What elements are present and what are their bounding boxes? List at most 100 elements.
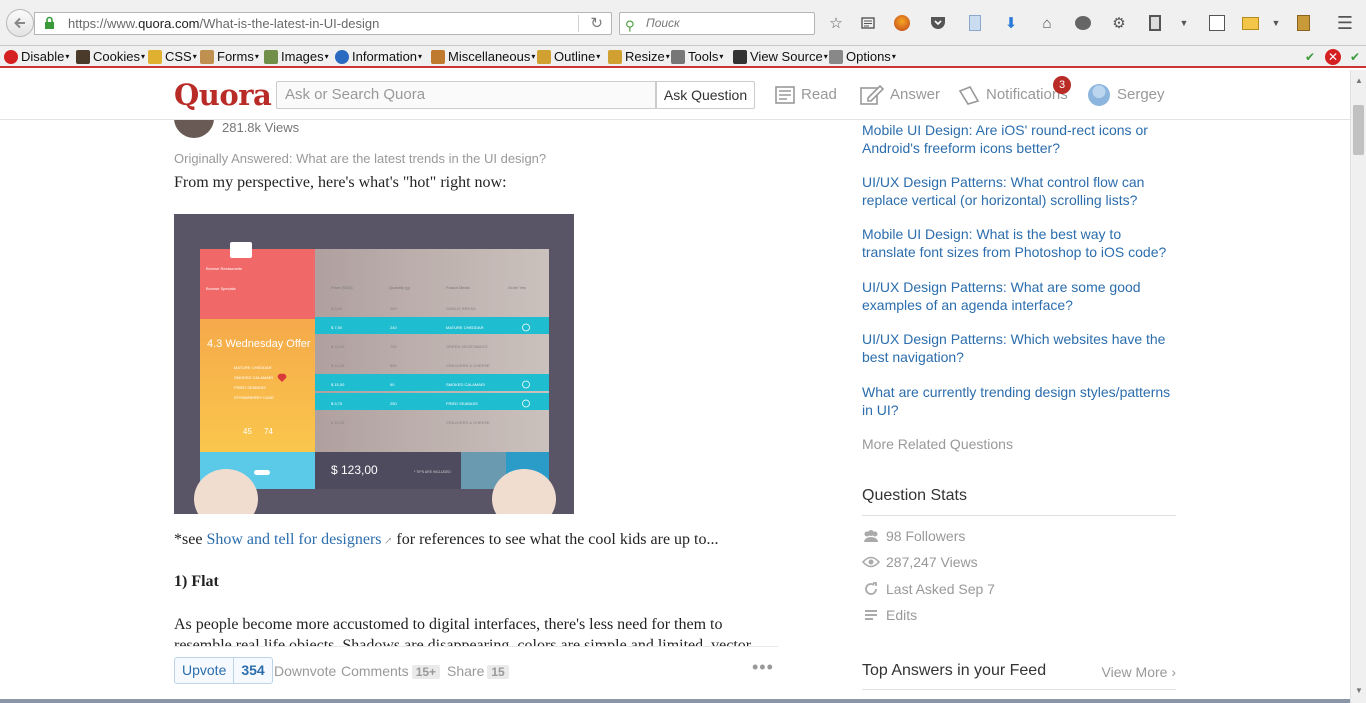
answer-hero-image[interactable]: Browse Restaurants Browse Specials 4.3 W… <box>174 214 574 514</box>
devtoolbar-view-source-menu[interactable]: View Source ▾ <box>733 48 828 66</box>
quora-logo[interactable]: Quora <box>174 78 272 112</box>
avatar-addon-icon[interactable] <box>892 13 912 33</box>
hero-offer-item-2: SMOKED CALAMARI <box>234 375 273 380</box>
hero-row-meal: CRACKERS & CHEESE <box>446 420 490 425</box>
related-question[interactable]: UI/UX Design Patterns: Which websites ha… <box>862 330 1176 366</box>
dropdown-caret-icon: ▾ <box>531 52 536 61</box>
top-answers-title: Top Answers in your Feed <box>862 662 1047 679</box>
related-question[interactable]: Mobile UI Design: Are iOS' round-rect ic… <box>862 121 1176 157</box>
read-icon <box>775 86 795 104</box>
devtoolbar-label: Forms <box>217 49 254 64</box>
browser-search-input[interactable]: ⚲ Поиск <box>619 12 815 35</box>
heading-flat: 1) Flat <box>174 573 219 590</box>
view-source-icon <box>733 50 747 64</box>
devtoolbar-cookies-menu[interactable]: Cookies ▾ <box>76 48 145 66</box>
user-avatar <box>1088 84 1110 106</box>
nav-user[interactable]: Sergey <box>1088 84 1165 106</box>
hero-row-qty: 250 <box>390 401 397 406</box>
hero-row-qty: 90 <box>390 382 395 387</box>
devtoolbar-outline-menu[interactable]: Outline ▾ <box>537 48 600 66</box>
search-engine-icon: ⚲ <box>625 18 635 33</box>
url-bar[interactable]: https://www.quora.com/What-is-the-latest… <box>34 12 612 35</box>
related-question[interactable]: Mobile UI Design: What is the best way t… <box>862 225 1176 261</box>
chevron-right-icon: › <box>1171 664 1176 680</box>
page-scrollbar[interactable]: ▲ ▼ <box>1350 70 1366 703</box>
author-avatar[interactable] <box>174 120 214 138</box>
addon-icon[interactable]: ⚙ <box>1109 13 1129 33</box>
screenshot-icon[interactable] <box>1207 13 1227 33</box>
download-icon[interactable]: ⬇ <box>1001 13 1021 33</box>
quora-search-input[interactable]: Ask or Search Quora <box>276 81 656 109</box>
devtoolbar-resize-menu[interactable]: Resize ▾ <box>608 48 670 66</box>
devtoolbar-label: Miscellaneous <box>448 49 531 64</box>
dropdown-caret-icon: ▾ <box>891 52 896 61</box>
hero-row-meal: CRACKERS & CHEESE <box>446 363 490 368</box>
see-prefix: *see <box>174 531 207 548</box>
related-question[interactable]: What are currently trending design style… <box>862 383 1176 419</box>
devtoolbar-forms-menu[interactable]: Forms ▾ <box>200 48 259 66</box>
nav-read-label: Read <box>801 86 837 103</box>
folder-caret-icon[interactable]: ▼ <box>1266 13 1286 33</box>
scroll-down-arrow-icon[interactable]: ▼ <box>1355 686 1363 695</box>
reload-icon[interactable]: ↻ <box>590 13 603 34</box>
quora-header: Quora Ask or Search Quora Ask Question R… <box>0 70 1350 120</box>
devtoolbar-images-menu[interactable]: Images ▾ <box>264 48 329 66</box>
nav-read[interactable]: Read <box>775 85 837 105</box>
devtoolbar-miscellaneous-menu[interactable]: Miscellaneous ▾ <box>431 48 535 66</box>
stat-followers[interactable]: 98 Followers <box>862 528 965 544</box>
devtoolbar-disable-menu[interactable]: Disable ▾ <box>4 48 69 66</box>
folder-icon[interactable] <box>1240 13 1260 33</box>
nav-notifications[interactable]: Notifications <box>958 85 1068 105</box>
dropdown-caret-icon: ▾ <box>140 52 145 61</box>
chat-icon[interactable] <box>1073 13 1093 33</box>
home-icon[interactable]: ⌂ <box>1037 13 1057 33</box>
notes-icon[interactable] <box>1293 13 1313 33</box>
view-more-link[interactable]: View More › <box>1102 664 1176 680</box>
devtoolbar-label: Resize <box>625 49 665 64</box>
related-question[interactable]: UI/UX Design Patterns: What control flow… <box>862 173 1176 209</box>
share-button[interactable]: Share 15 <box>447 663 509 679</box>
ask-question-button[interactable]: Ask Question <box>656 81 755 109</box>
menu-caret-icon[interactable]: ▼ <box>1174 13 1194 33</box>
close-icon[interactable]: ✕ <box>1325 49 1341 65</box>
devtoolbar-css-menu[interactable]: CSS ▾ <box>148 48 197 66</box>
hero-row-meal: MATURE CHEDDAR <box>446 325 484 330</box>
hero-row-meal: GARLIC BREAD <box>446 306 476 311</box>
back-button[interactable] <box>6 9 34 37</box>
more-options-icon[interactable]: ••• <box>752 657 774 678</box>
star-icon[interactable]: ☆ <box>826 13 846 33</box>
url-domain: quora.com <box>138 16 200 31</box>
comments-button[interactable]: Comments 15+ <box>341 663 441 679</box>
more-related-questions-link[interactable]: More Related Questions <box>862 436 1013 452</box>
answer-content: 281.8k Views Originally Answered: What a… <box>174 120 778 703</box>
stat-edits[interactable]: Edits <box>862 607 917 623</box>
originally-answered[interactable]: Originally Answered: What are the latest… <box>174 151 546 166</box>
dropdown-caret-icon: ▾ <box>65 52 70 61</box>
scrollbar-thumb[interactable] <box>1353 105 1364 155</box>
scroll-up-arrow-icon[interactable]: ▲ <box>1355 76 1363 85</box>
show-and-tell-link[interactable]: Show and tell for designers <box>206 531 381 548</box>
devtoolbar-tools-menu[interactable]: Tools ▾ <box>671 48 723 66</box>
hero-offer-item-3: FRIED SEABASS <box>234 385 266 390</box>
notifications-icon <box>958 85 980 105</box>
check-all-icon[interactable]: ✔ <box>1347 49 1363 65</box>
clipboard-icon[interactable] <box>1145 13 1165 33</box>
devtoolbar-label: Cookies <box>93 49 140 64</box>
nav-user-label: Sergey <box>1117 86 1165 103</box>
url-path: /What-is-the-latest-in-UI-design <box>199 16 380 31</box>
reading-list-icon[interactable] <box>858 13 878 33</box>
nav-answer[interactable]: Answer <box>860 85 940 105</box>
devtoolbar-information-menu[interactable]: Information ▾ <box>335 48 422 66</box>
pocket-icon[interactable] <box>928 13 948 33</box>
dropdown-caret-icon: ▾ <box>324 52 329 61</box>
check-icon[interactable]: ✔ <box>1302 49 1318 65</box>
devtoolbar-label: Outline <box>554 49 596 64</box>
hero-row-meal: GREEN VEGETABLES <box>446 344 488 349</box>
related-question[interactable]: UI/UX Design Patterns: What are some goo… <box>862 278 1176 314</box>
bookmark-panel-icon[interactable] <box>965 13 985 33</box>
hamburger-menu-icon[interactable]: ☰ <box>1335 13 1355 33</box>
upvote-button[interactable]: Upvote 354 <box>174 657 273 684</box>
downvote-button[interactable]: Downvote <box>274 663 336 679</box>
devtoolbar-options-menu[interactable]: Options ▾ <box>829 48 896 66</box>
dropdown-caret-icon: ▾ <box>719 52 724 61</box>
